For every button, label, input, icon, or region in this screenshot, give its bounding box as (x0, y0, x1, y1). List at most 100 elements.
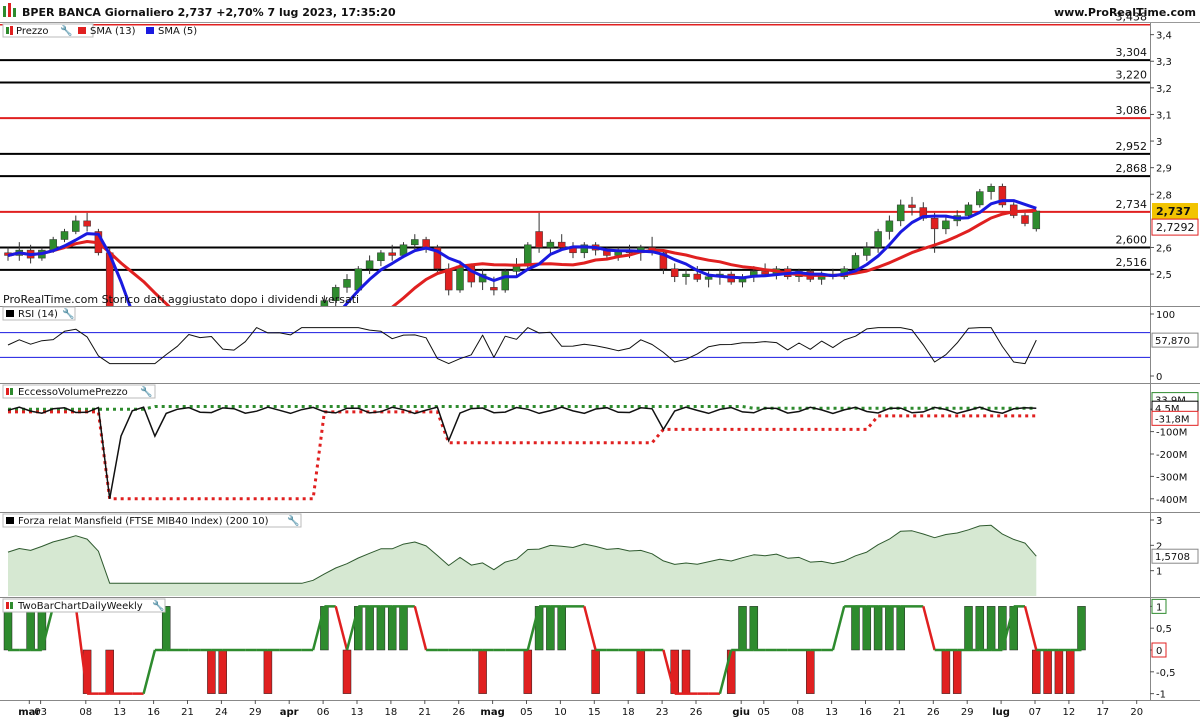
last-price-label: 2,737 (1156, 205, 1191, 218)
candle (896, 199, 905, 227)
candle (287, 341, 294, 365)
price-legend[interactable]: Prezzo 🔧 SMA (13) SMA (5) (2, 23, 197, 38)
sma13-swatch (78, 27, 86, 34)
twobar-up-bar (896, 606, 905, 651)
candle-body (253, 365, 260, 378)
rsi-title: RSI (14) (18, 309, 58, 320)
twobar-swatch (6, 602, 9, 609)
twobar-down-bar (342, 649, 352, 694)
candle (231, 378, 238, 399)
level-label: 2,516 (1116, 256, 1148, 269)
legend-sma5: SMA (5) (158, 26, 197, 37)
x-tick-label: 16 (147, 707, 160, 718)
mansfield-tick-label: 3 (1156, 516, 1162, 527)
chart-canvas: BPER BANCA Giornaliero 2,737 +2,70% 7 lu… (0, 0, 1200, 718)
mansfield-area (8, 525, 1037, 596)
candle (197, 375, 204, 399)
x-tick-label: 17 (1096, 707, 1109, 718)
candle-body (422, 239, 430, 248)
rsi-tick-label: 100 (1156, 310, 1175, 321)
candle-body (310, 317, 317, 333)
candle-body (546, 241, 555, 248)
candle-body (163, 391, 170, 402)
candle-body (365, 260, 374, 270)
twobar-down-bar (636, 649, 646, 694)
twobar-down-bar (207, 649, 216, 694)
twobar-weekly-segment (1023, 606, 1038, 651)
candle-body (851, 255, 860, 270)
mansfield-last-label: 1,5708 (1155, 552, 1190, 563)
candle (580, 242, 589, 259)
twobar-down-bar (218, 649, 227, 694)
twobar-down-bar (1054, 649, 1064, 694)
twobar-up-bar (975, 606, 985, 651)
twobar-title: TwoBarChartDailyWeekly (17, 601, 143, 612)
price-plot (0, 24, 1150, 402)
x-tick-label: 15 (588, 707, 601, 718)
x-tick-label: 05 (757, 707, 770, 718)
candle (422, 236, 430, 253)
twobar-weekly-segment (831, 606, 846, 651)
level-label: 3,438 (1116, 11, 1148, 24)
rsi-tick-label: 0 (1156, 372, 1162, 383)
candle-body (185, 388, 192, 399)
candle-body (411, 239, 419, 246)
candle (998, 183, 1007, 208)
twobar-up-bar (738, 606, 747, 651)
candle (942, 215, 950, 235)
wrench-icon[interactable]: 🔧 (287, 514, 299, 527)
candle (535, 212, 543, 253)
candle (874, 228, 882, 253)
twobar-up-bar (161, 606, 171, 651)
twobar-up-bar (986, 606, 996, 651)
candle-body (490, 287, 498, 291)
twobar-legend[interactable]: TwoBarChartDailyWeekly 🔧 (2, 598, 166, 613)
candle (208, 367, 215, 388)
twobar-down-bar (681, 649, 691, 694)
twobar-up-bar (873, 606, 883, 651)
candle (298, 327, 305, 354)
candle-body (456, 265, 464, 291)
candle (310, 314, 317, 338)
twobar-down-bar (1032, 649, 1041, 694)
x-tick-label: 21 (418, 707, 431, 718)
x-tick-label: 26 (452, 707, 465, 718)
level-label: 2,600 (1116, 233, 1148, 246)
wrench-icon[interactable]: 🔧 (152, 599, 164, 612)
candle (60, 228, 69, 243)
x-tick-label: 29 (249, 707, 262, 718)
x-tick-label: 12 (1063, 707, 1076, 718)
evp-last-label: -31,8M (1155, 414, 1190, 425)
x-tick-label: 06 (317, 707, 330, 718)
legend-price: Prezzo (16, 26, 49, 37)
evp-legend[interactable]: EccessoVolumePrezzo 🔧 (2, 384, 156, 399)
x-tick-label: 16 (859, 707, 872, 718)
candle-body (896, 204, 905, 222)
twobar-last-label: 0 (1156, 646, 1162, 657)
watermark: ProRealTime.com Storico dati aggiustato … (3, 293, 359, 306)
twobar-panel: 10,50-0,5-110 (0, 597, 1200, 701)
candle-body (377, 252, 385, 262)
candle (987, 183, 995, 200)
candle-body (72, 220, 80, 232)
wrench-icon[interactable]: 🔧 (62, 307, 74, 320)
candle (253, 362, 260, 383)
candle-body (219, 383, 226, 391)
wrench-icon[interactable]: 🔧 (140, 385, 152, 398)
mansfield-legend[interactable]: Forza relat Mansfield (FTSE MIB40 Index)… (2, 513, 302, 528)
twobar-weekly-segment (413, 606, 428, 651)
twobar-up-bar (399, 606, 408, 651)
candle (365, 255, 374, 275)
twobar-tick-label: -0,5 (1156, 668, 1176, 679)
twobar-up-bar (851, 606, 860, 651)
twobar-down-bar (952, 649, 962, 694)
twobar-up-bar (26, 606, 35, 651)
rsi-legend[interactable]: RSI (14) 🔧 (2, 306, 76, 321)
twobar-tick-label: -1 (1156, 690, 1166, 701)
rsi-last-label: 57,870 (1155, 336, 1190, 347)
x-tick-label: 13 (825, 707, 838, 718)
candle-body (298, 333, 305, 346)
evp-lower-line (8, 410, 1037, 501)
twobar-up-bar (3, 606, 13, 651)
wrench-icon[interactable]: 🔧 (60, 24, 72, 37)
